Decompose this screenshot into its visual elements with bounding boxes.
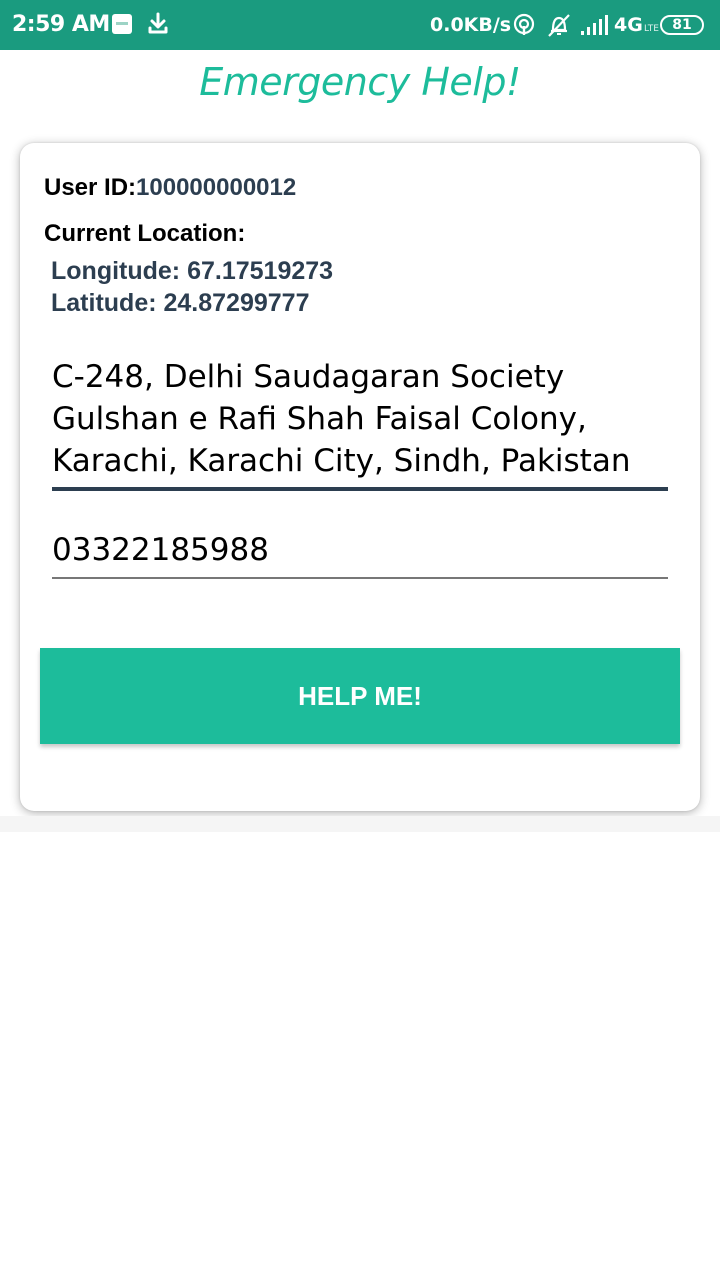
alarm-off-icon bbox=[546, 12, 572, 38]
longitude-text: Longitude: 67.17519273 bbox=[51, 257, 334, 285]
hotspot-icon bbox=[512, 13, 536, 37]
page-title: Emergency Help! bbox=[199, 60, 521, 104]
network-speed: 0.0KB/s bbox=[430, 14, 512, 36]
divider-strip bbox=[0, 816, 720, 832]
network-subtype: LTE bbox=[644, 24, 659, 34]
help-me-button[interactable]: HELP ME! bbox=[40, 648, 680, 744]
address-line: C-248, Delhi Saudagaran Society bbox=[52, 359, 565, 395]
emergency-card: User ID:100000000012 Current Location: L… bbox=[20, 143, 700, 811]
address-line: Karachi, Karachi City, Sindh, Pakistan bbox=[52, 443, 631, 479]
phone-field[interactable]: 03322185988 bbox=[52, 532, 269, 568]
notification-app-icon bbox=[112, 14, 132, 34]
address-line: Gulshan e Rafi Shah Faisal Colony, bbox=[52, 401, 587, 437]
status-bar: 2:59 AM 0.0KB/s 4G LTE 81 bbox=[0, 0, 720, 50]
download-icon bbox=[146, 11, 170, 37]
current-location-label: Current Location: bbox=[44, 220, 246, 247]
address-field-underline bbox=[52, 487, 668, 491]
status-time: 2:59 AM bbox=[12, 12, 110, 37]
phone-field-underline bbox=[52, 577, 668, 579]
address-field[interactable]: C-248, Delhi Saudagaran Society Gulshan … bbox=[52, 356, 668, 482]
user-id-label: User ID: bbox=[44, 174, 137, 201]
user-id-row: User ID:100000000012 bbox=[44, 174, 296, 202]
signal-icon bbox=[580, 14, 610, 36]
network-type: 4G bbox=[614, 14, 643, 36]
latitude-text: Latitude: 24.87299777 bbox=[51, 289, 310, 317]
user-id-value: 100000000012 bbox=[136, 174, 297, 201]
battery-icon: 81 bbox=[660, 15, 704, 35]
